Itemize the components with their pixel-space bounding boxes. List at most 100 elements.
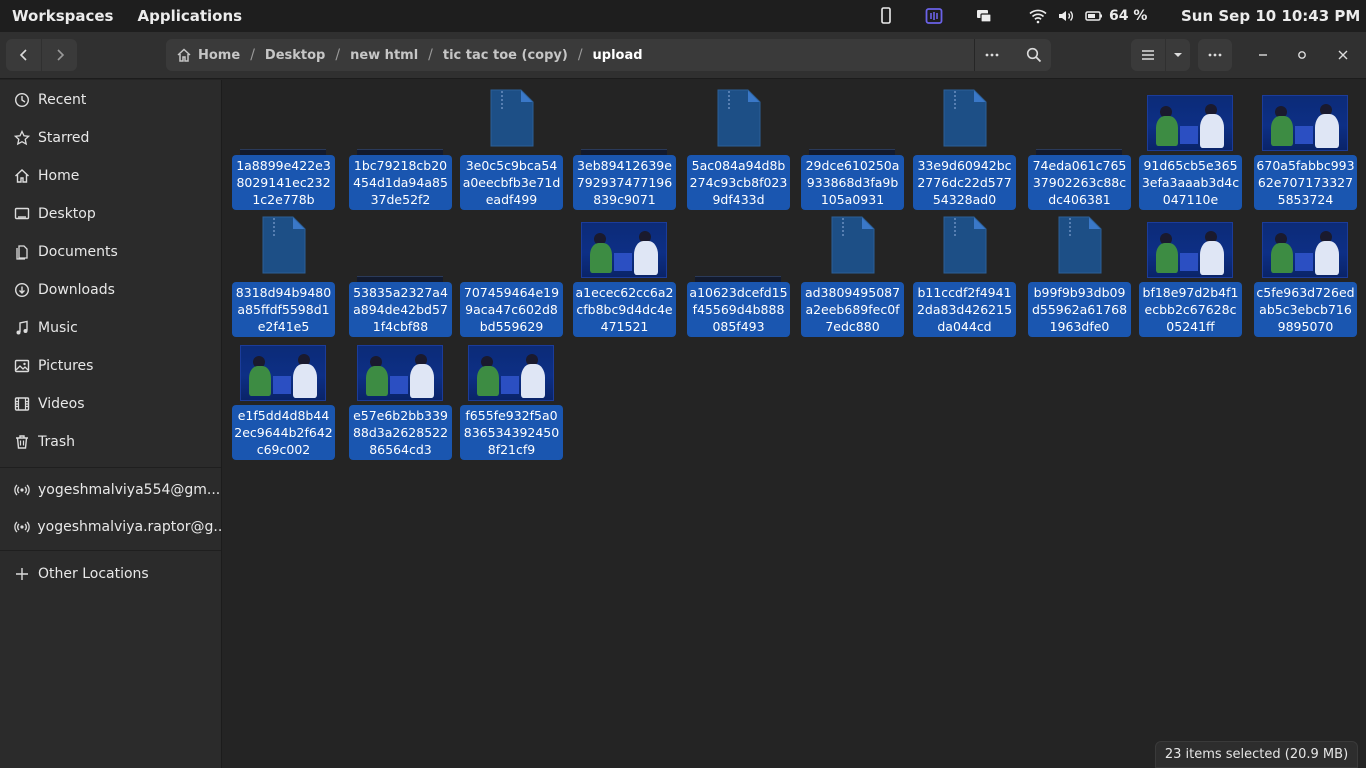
file-name: 33e9d60942bc2776dc22d57754328ad0 bbox=[913, 155, 1016, 210]
file-name: 707459464e199aca47c602d8bd559629 bbox=[460, 282, 563, 337]
file-item[interactable]: ad3809495087a2eeb689fec0f7edc880 bbox=[801, 212, 904, 337]
file-item[interactable]: 1a8899e422e38029141ec2321c2e778b bbox=[232, 85, 335, 210]
crumb-new-html[interactable]: new html bbox=[344, 48, 424, 63]
sidebar-divider bbox=[0, 467, 221, 468]
download-icon bbox=[12, 280, 32, 300]
wifi-icon[interactable] bbox=[1029, 0, 1047, 32]
list-view-button[interactable] bbox=[1131, 39, 1165, 71]
file-item[interactable]: 8318d94b9480a85ffdf5598d1e2f41e5 bbox=[232, 212, 335, 337]
list-icon bbox=[1142, 50, 1154, 60]
battery-icon bbox=[1085, 7, 1103, 25]
file-item[interactable]: 670a5fabbc99362e7071733275853724 bbox=[1254, 85, 1357, 210]
file-item[interactable]: 3e0c5c9bca54a0eecbfb3e71deadf499 bbox=[460, 85, 563, 210]
sidebar-item-account-2[interactable]: yogeshmalviya.raptor@g... bbox=[0, 509, 221, 545]
path-menu-button[interactable] bbox=[975, 39, 1009, 71]
video-thumbnail bbox=[232, 85, 335, 155]
file-item[interactable]: 1bc79218cb20454d1da94a8537de52f2 bbox=[349, 85, 452, 210]
view-options-button[interactable] bbox=[1166, 39, 1190, 71]
file-item[interactable]: b99f9b93db09d55962a617681963dfe0 bbox=[1028, 212, 1131, 337]
file-item[interactable]: bf18e97d2b4f1ecbb2c67628c05241ff bbox=[1139, 212, 1242, 337]
file-item[interactable]: 74eda061c76537902263c88cdc406381 bbox=[1028, 85, 1131, 210]
file-name: c5fe963d726edab5c3ebcb7169895070 bbox=[1254, 282, 1357, 337]
crumb-home[interactable]: Home bbox=[192, 48, 246, 63]
sidebar-item-account-1[interactable]: yogeshmalviya554@gm... bbox=[0, 472, 221, 508]
sidebar-item-documents[interactable]: Documents bbox=[0, 234, 221, 270]
file-name: 1bc79218cb20454d1da94a8537de52f2 bbox=[349, 155, 452, 210]
sidebar-item-desktop[interactable]: Desktop bbox=[0, 196, 221, 232]
more-horizontal-icon bbox=[1208, 53, 1222, 57]
file-item[interactable]: a1ecec62cc6a2cfb8bc9d4dc4e471521 bbox=[573, 212, 676, 337]
home-icon bbox=[177, 48, 191, 62]
network-account-icon bbox=[12, 517, 31, 537]
file-grid[interactable]: 1a8899e422e38029141ec2321c2e778b 1bc79218… bbox=[223, 80, 1366, 768]
clock-icon bbox=[12, 90, 32, 110]
file-item[interactable]: b11ccdf2f49412da83d426215da044cd bbox=[913, 212, 1016, 337]
crumb-upload[interactable]: upload bbox=[587, 48, 649, 63]
network-account-icon bbox=[12, 480, 32, 500]
image-thumbnail bbox=[573, 212, 676, 282]
phone-icon[interactable] bbox=[877, 0, 895, 32]
sidebar-item-home[interactable]: Home bbox=[0, 158, 221, 194]
home-icon bbox=[12, 166, 32, 186]
maximize-button[interactable] bbox=[1290, 43, 1314, 67]
applications-button[interactable]: Applications bbox=[125, 7, 254, 25]
forward-button[interactable] bbox=[42, 39, 77, 71]
image-thumbnail bbox=[1254, 212, 1357, 282]
sidebar-item-videos[interactable]: Videos bbox=[0, 386, 221, 422]
file-name: 1a8899e422e38029141ec2321c2e778b bbox=[232, 155, 335, 210]
close-icon bbox=[1338, 50, 1348, 60]
file-item[interactable]: 3eb89412639e792937477196839c9071 bbox=[573, 85, 676, 210]
sidebar-item-starred[interactable]: Starred bbox=[0, 120, 221, 156]
file-name: a10623dcefd15f45569d4b888085f493 bbox=[687, 282, 790, 337]
image-thumbnail bbox=[349, 335, 452, 405]
file-name: 74eda061c76537902263c88cdc406381 bbox=[1028, 155, 1131, 210]
sidebar-item-trash[interactable]: Trash bbox=[0, 424, 221, 460]
sidebar-item-other-locations[interactable]: Other Locations bbox=[0, 556, 221, 592]
video-thumbnail bbox=[349, 212, 452, 282]
file-item[interactable]: 707459464e199aca47c602d8bd559629 bbox=[460, 212, 563, 337]
main-menu-button[interactable] bbox=[1198, 39, 1232, 71]
file-item[interactable]: 53835a2327a4a894de42bd571f4cbf88 bbox=[349, 212, 452, 337]
screen-record-icon[interactable] bbox=[925, 0, 943, 32]
archive-file-icon bbox=[232, 212, 335, 282]
file-name: 5ac084a94d8b274c93cb8f0239df433d bbox=[687, 155, 790, 210]
file-item[interactable]: e1f5dd4d8b442ec9644b2f642c69c002 bbox=[232, 335, 335, 460]
file-item[interactable]: 29dce610250a933868d3fa9b105a0931 bbox=[801, 85, 904, 210]
file-item[interactable]: 91d65cb5e3653efa3aaab3d4c047110e bbox=[1139, 85, 1242, 210]
file-name: bf18e97d2b4f1ecbb2c67628c05241ff bbox=[1139, 282, 1242, 337]
file-item[interactable]: c5fe963d726edab5c3ebcb7169895070 bbox=[1254, 212, 1357, 337]
video-thumbnail bbox=[687, 212, 790, 282]
file-item[interactable]: 33e9d60942bc2776dc22d57754328ad0 bbox=[913, 85, 1016, 210]
sidebar: Recent Starred Home Desktop Documents Do… bbox=[0, 80, 222, 768]
file-item[interactable]: f655fe932f5a08365343924508f21cf9 bbox=[460, 335, 563, 460]
archive-file-icon bbox=[687, 85, 790, 155]
sidebar-item-music[interactable]: Music bbox=[0, 310, 221, 346]
video-thumbnail bbox=[349, 85, 452, 155]
battery-percent: 64 % bbox=[1109, 8, 1148, 24]
search-button[interactable] bbox=[1016, 39, 1051, 71]
file-name: e1f5dd4d8b442ec9644b2f642c69c002 bbox=[232, 405, 335, 460]
battery-indicator[interactable]: 64 % bbox=[1085, 0, 1147, 32]
file-name: e57e6b2bb33988d3a262852286564cd3 bbox=[349, 405, 452, 460]
more-horizontal-icon bbox=[985, 53, 999, 57]
volume-icon[interactable] bbox=[1057, 0, 1075, 32]
archive-file-icon bbox=[801, 212, 904, 282]
crumb-tic-tac-toe[interactable]: tic tac toe (copy) bbox=[437, 48, 574, 63]
back-button[interactable] bbox=[6, 39, 41, 71]
clock[interactable]: Sun Sep 10 10:43 PM bbox=[1181, 0, 1360, 32]
file-item[interactable]: 5ac084a94d8b274c93cb8f0239df433d bbox=[687, 85, 790, 210]
crumb-desktop[interactable]: Desktop bbox=[259, 48, 331, 63]
minimize-button[interactable] bbox=[1251, 43, 1275, 67]
sidebar-item-recent[interactable]: Recent bbox=[0, 82, 221, 118]
display-icon[interactable] bbox=[975, 0, 993, 32]
close-button[interactable] bbox=[1331, 43, 1355, 67]
sidebar-divider bbox=[0, 550, 221, 551]
sidebar-item-pictures[interactable]: Pictures bbox=[0, 348, 221, 384]
header-bar: Home / Desktop / new html / tic tac toe … bbox=[0, 32, 1366, 79]
file-item[interactable]: e57e6b2bb33988d3a262852286564cd3 bbox=[349, 335, 452, 460]
file-name: a1ecec62cc6a2cfb8bc9d4dc4e471521 bbox=[573, 282, 676, 337]
file-item[interactable]: a10623dcefd15f45569d4b888085f493 bbox=[687, 212, 790, 337]
file-name: b11ccdf2f49412da83d426215da044cd bbox=[913, 282, 1016, 337]
sidebar-item-downloads[interactable]: Downloads bbox=[0, 272, 221, 308]
workspaces-button[interactable]: Workspaces bbox=[0, 7, 125, 25]
